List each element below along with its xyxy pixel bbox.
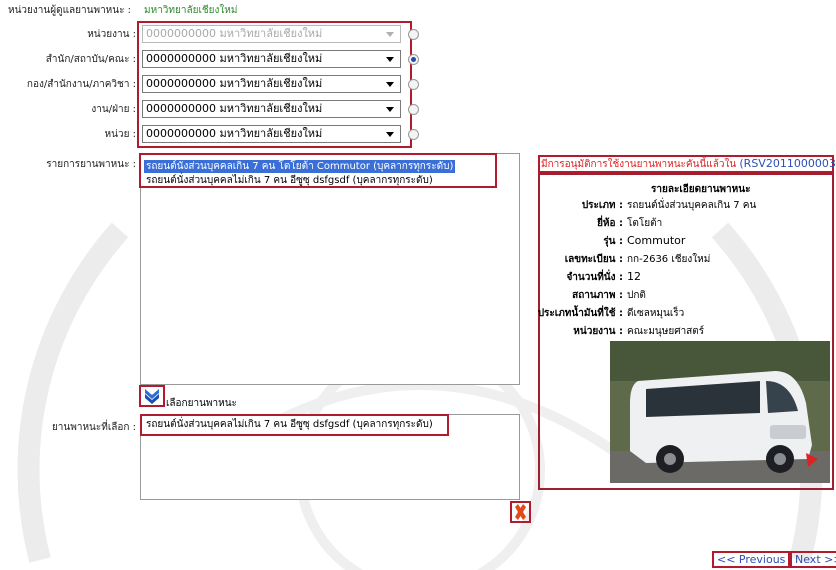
org-label-0: หน่วยงาน :	[87, 29, 136, 40]
chevron-down-icon	[386, 57, 394, 62]
chevron-down-icon	[386, 132, 394, 137]
subunit-radio[interactable]	[408, 129, 419, 140]
detail-value: 12	[627, 270, 641, 283]
detail-value: รถยนต์นั่งส่วนบุคคลเกิน 7 คน	[627, 200, 757, 211]
reservation-link[interactable]: (RSV2011000003)	[739, 157, 836, 170]
detail-value: Commutor	[627, 234, 686, 247]
detail-key: ยี่ห้อ :	[597, 218, 623, 229]
approval-alert: มีการอนุมัติการใช้งานยานพาหนะคันนี้แล้วใ…	[541, 157, 836, 172]
chevron-down-icon	[386, 107, 394, 112]
owner-unit-value: มหาวิทยาลัยเชียงใหม่	[144, 5, 238, 16]
detail-value: โตโยต้า	[627, 218, 663, 229]
vehicle-option-1[interactable]: รถยนต์นั่งส่วนบุคคลไม่เกิน 7 คน อีซูซุ d…	[144, 174, 435, 187]
section-radio[interactable]	[408, 104, 419, 115]
unit-select[interactable]: 0000000000 มหาวิทยาลัยเชียงใหม่	[142, 25, 401, 43]
detail-key: สถานภาพ :	[572, 290, 623, 301]
chevron-down-icon	[386, 32, 394, 37]
detail-key: ประเภท :	[581, 200, 623, 211]
detail-value: กก-2636 เชียงใหม่	[627, 254, 711, 265]
detail-key: รุ่น :	[603, 236, 623, 247]
double-chevron-down-icon	[145, 389, 159, 404]
chosen-vehicle-label: ยานพาหนะที่เลือก :	[51, 422, 136, 433]
org-label-1: สำนัก/สถาบัน/คณะ :	[45, 54, 136, 65]
org-label-3: งาน/ฝ่าย :	[91, 104, 136, 115]
detail-key: จำนวนที่นั่ง :	[566, 272, 623, 283]
division-radio[interactable]	[408, 79, 419, 90]
detail-key: เลขทะเบียน :	[564, 254, 623, 265]
select-vehicle-label: เลือกยานพาหนะ	[166, 398, 237, 409]
detail-key: หน่วยงาน :	[573, 326, 623, 337]
org-label-4: หน่วย :	[104, 129, 136, 140]
org-label-2: กอง/สำนักงาน/ภาควิชา :	[26, 79, 136, 90]
subunit-select[interactable]: 0000000000 มหาวิทยาลัยเชียงใหม่	[142, 125, 401, 143]
approval-alert-text: มีการอนุมัติการใช้งานยานพาหนะคันนี้แล้วใ…	[541, 159, 737, 170]
close-icon	[515, 504, 526, 520]
select-vehicle-button[interactable]	[142, 387, 162, 405]
chosen-vehicle-item[interactable]: รถยนต์นั่งส่วนบุคคลไม่เกิน 7 คน อีซูซุ d…	[144, 418, 435, 431]
detail-value: คณะมนุษยศาสตร์	[627, 326, 705, 337]
next-button[interactable]: Next >>	[790, 551, 836, 568]
detail-title: รายละเอียดยานพาหนะ	[651, 184, 751, 195]
division-select[interactable]: 0000000000 มหาวิทยาลัยเชียงใหม่	[142, 75, 401, 93]
vehicle-option-0[interactable]: รถยนต์นั่งส่วนบุคคลเกิน 7 คน โตโยต้า Com…	[144, 160, 456, 173]
faculty-radio[interactable]	[408, 54, 419, 65]
vehicle-list-label: รายการยานพาหนะ :	[46, 159, 136, 170]
detail-value: ดีเซลหมุนเร็ว	[627, 308, 685, 319]
faculty-select[interactable]: 0000000000 มหาวิทยาลัยเชียงใหม่	[142, 50, 401, 68]
previous-button[interactable]: << Previous	[712, 551, 791, 568]
remove-vehicle-button[interactable]	[513, 504, 528, 520]
detail-value: ปกติ	[627, 290, 646, 301]
vehicle-photo	[610, 341, 830, 483]
owner-unit-label: หน่วยงานผู้ดูแลยานพาหนะ :	[8, 5, 132, 16]
detail-key: ประเภทน้ำมันที่ใช้ :	[537, 308, 623, 319]
unit-radio[interactable]	[408, 29, 419, 40]
section-select[interactable]: 0000000000 มหาวิทยาลัยเชียงใหม่	[142, 100, 401, 118]
chevron-down-icon	[386, 82, 394, 87]
